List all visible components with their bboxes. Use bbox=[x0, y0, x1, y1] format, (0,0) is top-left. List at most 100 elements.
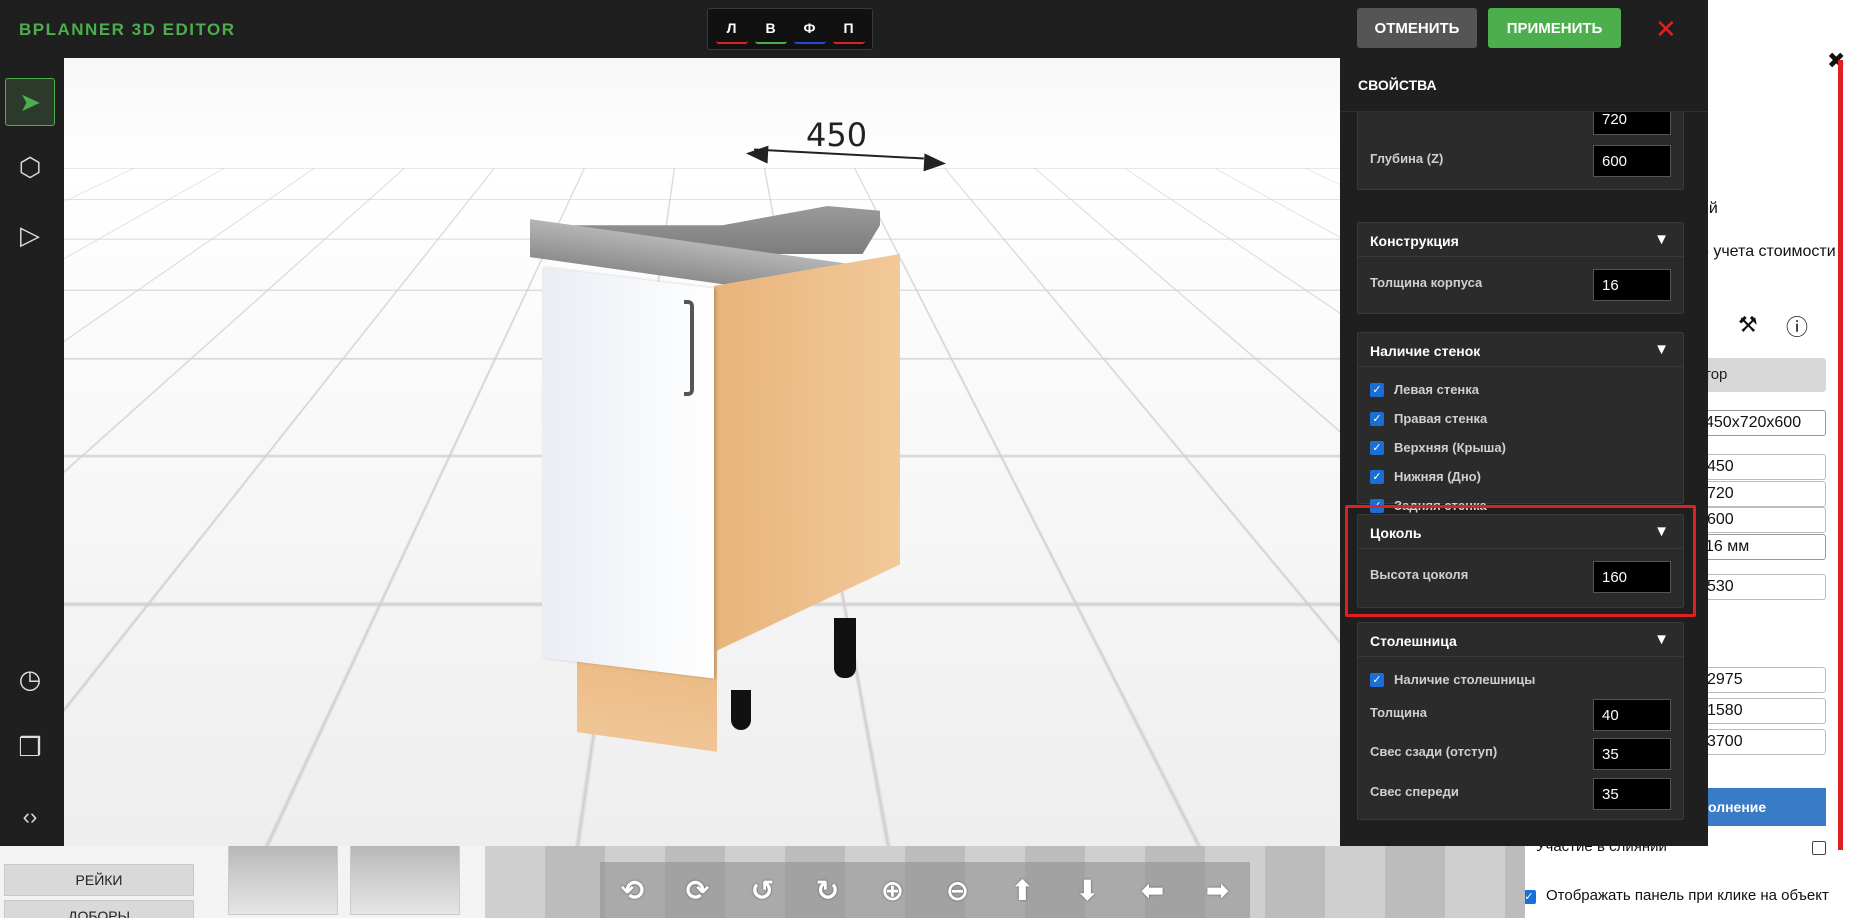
view-left-button[interactable]: Л bbox=[715, 14, 748, 44]
info-icon[interactable]: ⓘ bbox=[1786, 310, 1808, 342]
properties-title: СВОЙСТВА bbox=[1358, 77, 1437, 93]
play-icon[interactable]: ▷ bbox=[5, 212, 55, 260]
merge-checkbox[interactable] bbox=[1812, 841, 1826, 855]
background-field-530[interactable]: 530 bbox=[1700, 574, 1826, 600]
pan-up-button[interactable]: ⬆ bbox=[1011, 874, 1034, 907]
background-thickness-select[interactable]: 16 мм bbox=[1700, 534, 1826, 560]
clock-icon[interactable]: ◷ bbox=[5, 656, 55, 704]
category-button-rails[interactable]: РЕЙКИ bbox=[4, 864, 194, 896]
thickness-row: Толщина корпуса bbox=[1370, 269, 1671, 301]
collapse-triangle-icon[interactable]: ▼ bbox=[1654, 631, 1669, 648]
pan-left-button[interactable]: ⬅ bbox=[1141, 874, 1164, 907]
depth-input[interactable] bbox=[1593, 145, 1671, 177]
properties-scroll[interactable]: Глубина (Z) Конструкция ▼ Толщина корпус… bbox=[1340, 112, 1708, 846]
view-switcher: Л В Ф П bbox=[707, 8, 873, 50]
properties-header: СВОЙСТВА bbox=[1340, 58, 1708, 112]
wall-top-label: Верхняя (Крыша) bbox=[1394, 440, 1506, 455]
pan-down-button[interactable]: ⬇ bbox=[1076, 874, 1099, 907]
height-input[interactable] bbox=[1593, 112, 1671, 135]
countertop-thickness-label: Толщина bbox=[1370, 705, 1428, 720]
countertop-back-label: Свес сзади (отступ) bbox=[1370, 744, 1498, 759]
construction-card: Конструкция ▼ Толщина корпуса bbox=[1357, 222, 1684, 314]
thickness-label: Толщина корпуса bbox=[1370, 275, 1483, 290]
background-x-field[interactable]: 2975 bbox=[1700, 667, 1826, 693]
properties-panel: СВОЙСТВА Глубина (Z) Конструкция ▼ bbox=[1340, 58, 1708, 846]
cabinet-leg bbox=[731, 690, 751, 730]
app-root: ✖ ей е учета стоимости ⚒ ⓘ тор 450x720x6… bbox=[0, 0, 1855, 918]
left-toolbar: ➤ ⬡ ▷ ◷ ❒ ‹› bbox=[0, 58, 64, 846]
dimension-arrow-right bbox=[923, 153, 947, 173]
apply-button[interactable]: ПРИМЕНИТЬ bbox=[1488, 8, 1621, 48]
width-dimension-label: 450 bbox=[806, 116, 868, 154]
cursor-icon[interactable]: ➤ bbox=[5, 78, 55, 126]
catalog-thumbnail[interactable] bbox=[350, 845, 460, 915]
walls-card: Наличие стенок ▼ ✓ Левая стенка ✓ Правая… bbox=[1357, 332, 1684, 513]
background-y-field[interactable]: 1580 bbox=[1700, 698, 1826, 724]
door-handle bbox=[684, 300, 694, 396]
app-title: BPLANNER 3D EDITOR bbox=[19, 20, 236, 39]
camera-nav-bar: ⟲ ⟳ ↺ ↻ ⊕ ⊖ ⬆ ⬇ ⬅ ➡ bbox=[600, 862, 1250, 918]
wall-left-label: Левая стенка bbox=[1394, 382, 1480, 397]
background-z-field[interactable]: 3700 bbox=[1700, 729, 1826, 755]
height-row bbox=[1370, 112, 1671, 135]
tilt-down-button[interactable]: ↻ bbox=[816, 874, 839, 907]
countertop-card: Столешница ▼ ✓ Наличие столешницы Толщин… bbox=[1357, 622, 1684, 820]
countertop-enabled-label: Наличие столешницы bbox=[1394, 672, 1536, 687]
rotate-right-button[interactable]: ⟳ bbox=[686, 874, 709, 907]
countertop-back-input[interactable] bbox=[1593, 738, 1671, 770]
countertop-back-row: Свес сзади (отступ) bbox=[1370, 738, 1671, 770]
background-depth-field[interactable]: 600 bbox=[1700, 507, 1826, 533]
countertop-title: Столешница bbox=[1370, 633, 1457, 649]
walls-title: Наличие стенок bbox=[1370, 343, 1481, 359]
countertop-front-label: Свес спереди bbox=[1370, 784, 1459, 799]
countertop-enabled-checkbox[interactable]: ✓ bbox=[1370, 673, 1384, 687]
background-width-field[interactable]: 450 bbox=[1700, 454, 1826, 480]
construction-header[interactable]: Конструкция ▼ bbox=[1358, 223, 1683, 257]
zoom-out-button[interactable]: ⊖ bbox=[946, 874, 969, 907]
cancel-button[interactable]: ОТМЕНИТЬ bbox=[1357, 8, 1477, 48]
hammer-icon[interactable]: ⚒ bbox=[1738, 312, 1758, 338]
depth-row: Глубина (Z) bbox=[1370, 145, 1671, 177]
view-front-button[interactable]: Ф bbox=[793, 14, 826, 44]
floor-grid bbox=[64, 58, 1340, 168]
background-size-select[interactable]: 450x720x600 bbox=[1700, 410, 1826, 436]
countertop-front-input[interactable] bbox=[1593, 778, 1671, 810]
category-button-extras[interactable]: ДОБОРЫ bbox=[4, 900, 194, 918]
construction-title: Конструкция bbox=[1370, 233, 1459, 249]
hexagon-icon[interactable]: ⬡ bbox=[5, 144, 55, 192]
thickness-input[interactable] bbox=[1593, 269, 1671, 301]
background-red-scrollbar bbox=[1838, 60, 1843, 850]
wall-bottom-label: Нижняя (Дно) bbox=[1394, 469, 1481, 484]
background-text-fragment: е учета стоимости bbox=[1700, 243, 1836, 260]
code-icon[interactable]: ‹› bbox=[5, 794, 55, 842]
countertop-thickness-input[interactable] bbox=[1593, 699, 1671, 731]
zoom-in-button[interactable]: ⊕ bbox=[881, 874, 904, 907]
cube-icon[interactable]: ❒ bbox=[5, 724, 55, 772]
countertop-thickness-row: Толщина bbox=[1370, 699, 1671, 731]
plinth-highlight-box bbox=[1345, 505, 1696, 617]
3d-viewport[interactable]: 450 bbox=[64, 58, 1340, 846]
wall-right-checkbox[interactable]: ✓ bbox=[1370, 412, 1384, 426]
view-top-button[interactable]: В bbox=[754, 14, 787, 44]
wall-bottom-checkbox[interactable]: ✓ bbox=[1370, 470, 1384, 484]
editor-topbar: BPLANNER 3D EDITOR Л В Ф П ОТМЕНИТЬ ПРИМ… bbox=[0, 0, 1708, 58]
dimension-arrow-left bbox=[745, 144, 769, 164]
rotate-left-button[interactable]: ⟲ bbox=[621, 874, 644, 907]
view-perspective-button[interactable]: П bbox=[832, 14, 865, 44]
collapse-triangle-icon[interactable]: ▼ bbox=[1654, 231, 1669, 248]
wall-right-label: Правая стенка bbox=[1394, 411, 1488, 426]
show-panel-label: Отображать панель при клике на объект bbox=[1546, 887, 1829, 904]
pan-right-button[interactable]: ➡ bbox=[1206, 874, 1229, 907]
cabinet-leg bbox=[834, 618, 856, 678]
tilt-up-button[interactable]: ↺ bbox=[751, 874, 774, 907]
collapse-triangle-icon[interactable]: ▼ bbox=[1654, 341, 1669, 358]
walls-header[interactable]: Наличие стенок ▼ bbox=[1358, 333, 1683, 367]
wall-left-checkbox[interactable]: ✓ bbox=[1370, 383, 1384, 397]
size-card: Глубина (Z) bbox=[1357, 112, 1684, 190]
wall-top-checkbox[interactable]: ✓ bbox=[1370, 441, 1384, 455]
countertop-header[interactable]: Столешница ▼ bbox=[1358, 623, 1683, 657]
background-height-field[interactable]: 720 bbox=[1700, 481, 1826, 507]
close-icon[interactable]: ✕ bbox=[1655, 14, 1677, 45]
catalog-thumbnail[interactable] bbox=[228, 845, 338, 915]
countertop-front-row: Свес спереди bbox=[1370, 778, 1671, 810]
